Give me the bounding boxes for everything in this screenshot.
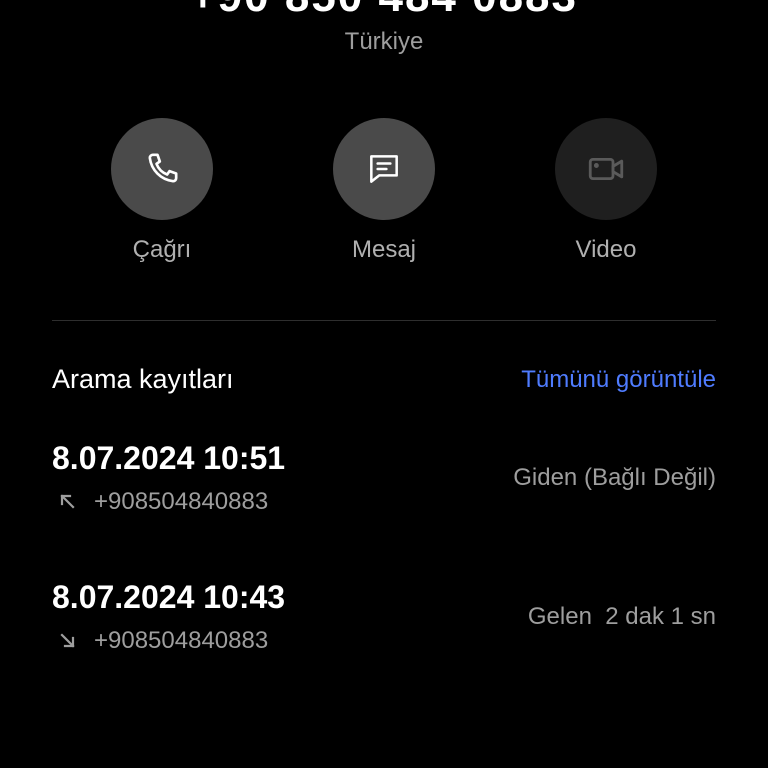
call-log-number: +908504840883 — [94, 488, 269, 515]
message-action[interactable]: Mesaj — [332, 118, 436, 264]
video-button — [555, 118, 657, 220]
contact-country: Türkiye — [344, 28, 424, 55]
phone-icon — [148, 153, 178, 183]
call-log-datetime: 8.07.2024 10:43 — [52, 579, 286, 615]
section-divider — [52, 320, 716, 321]
call-log-datetime: 8.07.2024 10:51 — [52, 440, 286, 476]
call-log-item[interactable]: 8.07.2024 10:51 +908504840883 Giden (Bağ… — [52, 440, 716, 530]
message-label: Mesaj — [351, 236, 417, 263]
call-log-status: Giden (Bağlı Değil) — [513, 464, 716, 491]
message-button[interactable] — [333, 118, 435, 220]
call-log-status: Gelen 2 dak 1 sn — [527, 603, 716, 630]
message-icon — [370, 155, 398, 183]
call-log-title: Arama kayıtları — [52, 364, 234, 394]
video-icon — [588, 157, 624, 181]
call-button[interactable] — [111, 118, 213, 220]
outgoing-arrow-icon — [60, 494, 75, 509]
see-all-link[interactable]: Tümünü görüntüle — [521, 366, 716, 394]
call-label: Çağrı — [132, 236, 192, 263]
video-label: Video — [575, 236, 637, 263]
call-action[interactable]: Çağrı — [110, 118, 214, 264]
video-action: Video — [554, 118, 658, 264]
call-log-number: +908504840883 — [94, 627, 269, 654]
incoming-arrow-icon — [60, 633, 75, 648]
contact-number-title: +90 850 484 0883 — [0, 0, 768, 22]
call-log-item[interactable]: 8.07.2024 10:43 +908504840883 Gelen 2 da… — [52, 579, 716, 669]
